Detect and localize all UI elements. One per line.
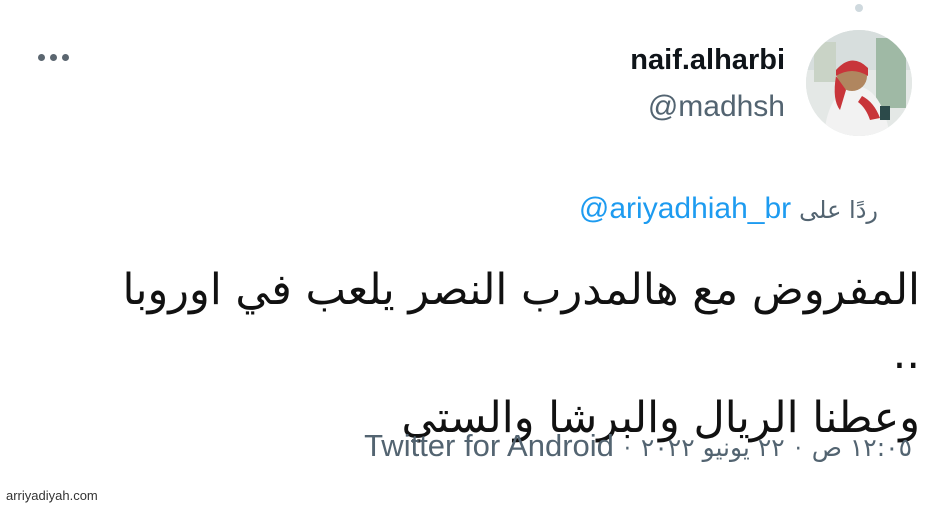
tweet-text: المفروض مع هالمدرب النصر يلعب في اوروبا … — [100, 258, 920, 450]
dot — [50, 54, 57, 61]
reply-label: ردًا على — [799, 196, 878, 224]
tweet-text-line: المفروض مع هالمدرب النصر يلعب في اوروبا … — [122, 265, 920, 379]
dot — [62, 54, 69, 61]
tweet-time[interactable]: ١٢:٠٥ ص — [812, 433, 912, 462]
separator: · — [794, 437, 802, 462]
avatar-image — [806, 30, 912, 136]
author-name[interactable]: naif.alharbi — [630, 44, 785, 77]
tweet-source[interactable]: Twitter for Android — [364, 428, 614, 464]
decorative-dot — [855, 4, 863, 12]
separator: · — [623, 437, 631, 462]
author-handle[interactable]: @madhsh — [648, 90, 785, 124]
reply-context: ردًا على @ariyadhiah_br — [579, 192, 878, 226]
dot — [38, 54, 45, 61]
reply-mention-link[interactable]: @ariyadhiah_br — [579, 192, 791, 226]
more-options-icon[interactable] — [38, 54, 69, 61]
avatar[interactable] — [806, 30, 912, 136]
watermark: arriyadiyah.com — [6, 488, 98, 503]
tweet-metadata: ١٢:٠٥ ص · ٢٢ يونيو ٢٠٢٢ · Twitter for An… — [364, 428, 912, 464]
tweet-date[interactable]: ٢٢ يونيو ٢٠٢٢ — [641, 433, 785, 462]
